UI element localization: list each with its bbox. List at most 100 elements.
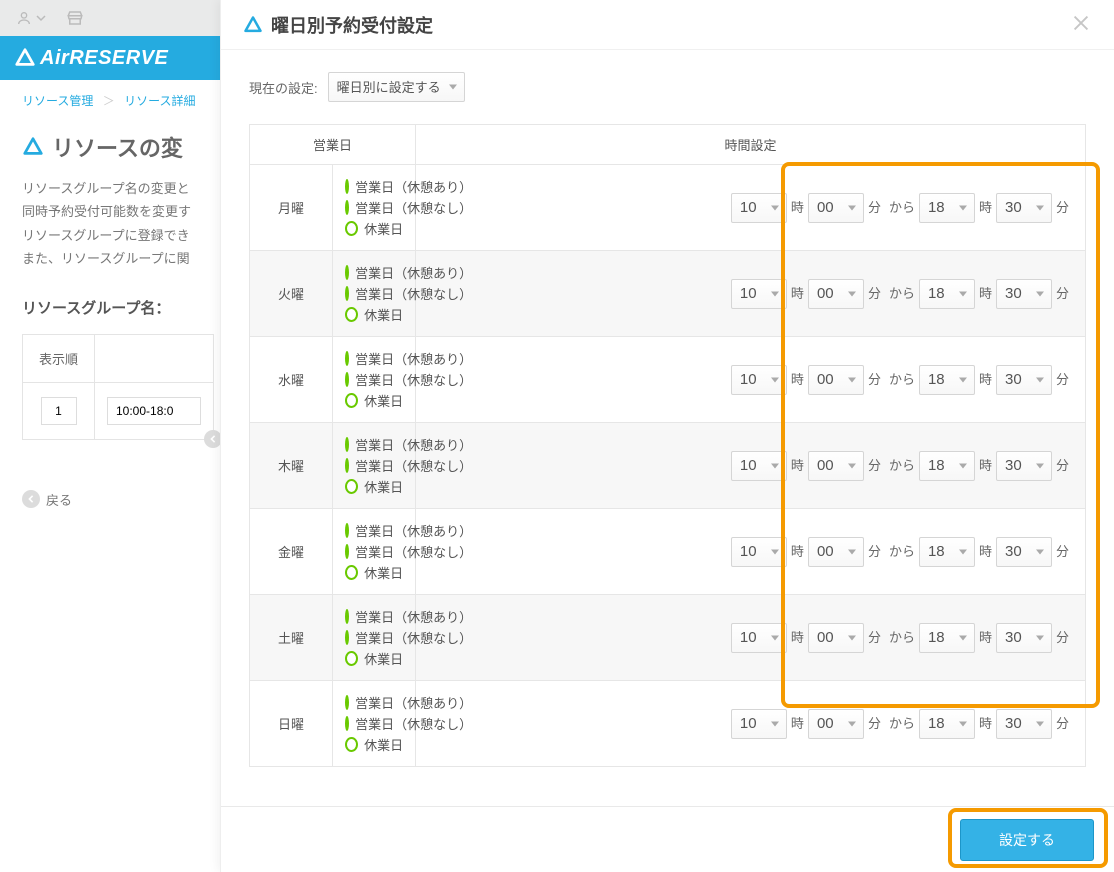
radio-option[interactable]: 休業日 [345, 735, 403, 754]
from-minute-select[interactable]: 00 [808, 279, 864, 309]
radio-option[interactable]: 営業日（休憩あり） [345, 607, 403, 626]
radio-icon [345, 221, 358, 236]
radio-option[interactable]: 休業日 [345, 305, 403, 324]
brand-icon [243, 15, 263, 35]
radio-label: 休業日 [364, 477, 403, 496]
radio-icon [345, 651, 358, 666]
from-hour-select[interactable]: 10 [731, 709, 787, 739]
from-hour-select[interactable]: 10 [731, 193, 787, 223]
label-minute: 分 [868, 286, 881, 301]
from-hour-select[interactable]: 10 [731, 537, 787, 567]
to-hour-select[interactable]: 18 [919, 451, 975, 481]
radio-option[interactable]: 営業日（休憩なし） [345, 370, 403, 389]
to-hour-select[interactable]: 18 [919, 279, 975, 309]
weekday-settings-dialog: 曜日別予約受付設定 現在の設定: 曜日別に設定する 営業日 時間設 [220, 0, 1114, 872]
radio-option[interactable]: 営業日（休憩あり） [345, 693, 403, 712]
from-minute-select[interactable]: 00 [808, 623, 864, 653]
radio-option[interactable]: 営業日（休憩あり） [345, 177, 403, 196]
label-hour: 時 [791, 630, 804, 645]
radio-icon [345, 393, 358, 408]
radio-label: 営業日（休憩なし） [355, 542, 472, 561]
time-cell: 10時00分から18時30分 [416, 251, 1086, 337]
from-hour-select[interactable]: 10 [731, 623, 787, 653]
radio-icon [345, 265, 349, 280]
radio-label: 休業日 [364, 391, 403, 410]
current-setting-select[interactable]: 曜日別に設定する [328, 72, 465, 102]
to-minute-select[interactable]: 30 [996, 365, 1052, 395]
radio-icon [345, 479, 358, 494]
radio-option[interactable]: 休業日 [345, 391, 403, 410]
radio-option[interactable]: 営業日（休憩なし） [345, 456, 403, 475]
radio-option[interactable]: 営業日（休憩あり） [345, 349, 403, 368]
from-minute-select[interactable]: 00 [808, 193, 864, 223]
to-hour-select[interactable]: 18 [919, 365, 975, 395]
time-input[interactable] [107, 397, 201, 425]
radio-label: 休業日 [364, 305, 403, 324]
schedule-table: 営業日 時間設定 月曜営業日（休憩あり）営業日（休憩なし）休業日10時00分から… [249, 124, 1086, 767]
radio-option[interactable]: 営業日（休憩あり） [345, 435, 403, 454]
radio-label: 休業日 [364, 219, 403, 238]
breadcrumb-item-1[interactable]: リソース詳細 [124, 94, 195, 108]
label-hour: 時 [979, 200, 992, 215]
from-hour-select[interactable]: 10 [731, 365, 787, 395]
close-button[interactable] [1070, 12, 1092, 37]
brand-icon [22, 136, 44, 158]
radio-option[interactable]: 営業日（休憩なし） [345, 284, 403, 303]
radio-option[interactable]: 営業日（休憩あり） [345, 263, 403, 282]
radio-label: 営業日（休憩あり） [355, 693, 472, 712]
day-name: 日曜 [250, 681, 333, 767]
radio-label: 営業日（休憩なし） [355, 284, 472, 303]
brand-icon [14, 47, 36, 69]
radio-label: 営業日（休憩あり） [355, 177, 472, 196]
from-minute-select[interactable]: 00 [808, 451, 864, 481]
to-minute-select[interactable]: 30 [996, 709, 1052, 739]
radio-option[interactable]: 営業日（休憩なし） [345, 542, 403, 561]
radio-option[interactable]: 営業日（休憩なし） [345, 714, 403, 733]
radio-option[interactable]: 休業日 [345, 477, 403, 496]
to-minute-select[interactable]: 30 [996, 451, 1052, 481]
th-day: 営業日 [250, 125, 416, 165]
day-name: 土曜 [250, 595, 333, 681]
from-minute-select[interactable]: 00 [808, 709, 864, 739]
radio-label: 休業日 [364, 649, 403, 668]
breadcrumb-item-0[interactable]: リソース管理 [22, 94, 93, 108]
label-hour: 時 [791, 544, 804, 559]
radio-option[interactable]: 営業日（休憩なし） [345, 628, 403, 647]
order-input[interactable] [41, 397, 77, 425]
label-hour: 時 [979, 544, 992, 559]
radio-option[interactable]: 休業日 [345, 563, 403, 582]
time-cell: 10時00分から18時30分 [416, 509, 1086, 595]
apply-button[interactable]: 設定する [960, 819, 1094, 861]
from-minute-select[interactable]: 00 [808, 365, 864, 395]
label-from: から [889, 716, 915, 731]
to-hour-select[interactable]: 18 [919, 193, 975, 223]
radio-label: 営業日（休憩なし） [355, 370, 472, 389]
user-menu[interactable] [8, 6, 54, 30]
mini-th-order: 表示順 [23, 335, 95, 382]
label-minute: 分 [1056, 716, 1069, 731]
to-hour-select[interactable]: 18 [919, 537, 975, 567]
to-minute-select[interactable]: 30 [996, 537, 1052, 567]
radio-option[interactable]: 休業日 [345, 219, 403, 238]
label-from: から [889, 630, 915, 645]
radio-icon [345, 286, 349, 301]
label-hour: 時 [791, 716, 804, 731]
from-hour-select[interactable]: 10 [731, 451, 787, 481]
radio-label: 休業日 [364, 563, 403, 582]
to-hour-select[interactable]: 18 [919, 709, 975, 739]
store-icon[interactable] [66, 9, 84, 27]
radio-label: 休業日 [364, 735, 403, 754]
label-minute: 分 [1056, 544, 1069, 559]
from-hour-select[interactable]: 10 [731, 279, 787, 309]
to-minute-select[interactable]: 30 [996, 193, 1052, 223]
radio-option[interactable]: 休業日 [345, 649, 403, 668]
label-minute: 分 [868, 544, 881, 559]
radio-option[interactable]: 営業日（休憩なし） [345, 198, 403, 217]
th-time: 時間設定 [416, 125, 1086, 165]
from-minute-select[interactable]: 00 [808, 537, 864, 567]
radio-option[interactable]: 営業日（休憩あり） [345, 521, 403, 540]
radio-icon [345, 200, 349, 215]
to-minute-select[interactable]: 30 [996, 623, 1052, 653]
to-minute-select[interactable]: 30 [996, 279, 1052, 309]
to-hour-select[interactable]: 18 [919, 623, 975, 653]
